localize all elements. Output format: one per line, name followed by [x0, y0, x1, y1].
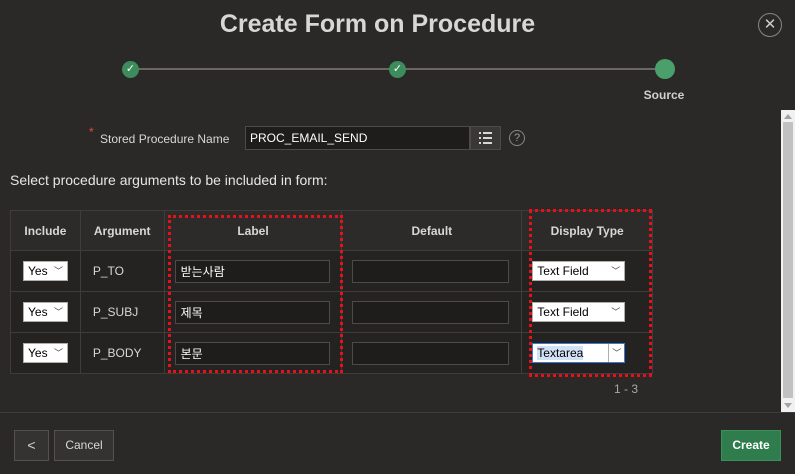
stored-procedure-name-input[interactable] — [245, 126, 470, 150]
chevron-left-icon: < — [27, 437, 36, 453]
label-input[interactable] — [174, 300, 330, 324]
section-instruction: Select procedure arguments to be include… — [10, 172, 328, 188]
wizard-step-2: ✓ — [389, 61, 406, 78]
table-row: Yes﹀ P_TO Text Field﹀ — [10, 250, 653, 292]
chevron-down-icon: ﹀ — [53, 348, 63, 358]
stored-procedure-name-label: Stored Procedure Name — [100, 132, 230, 146]
help-icon[interactable]: ? — [509, 130, 525, 146]
chevron-down-icon: ﹀ — [611, 266, 621, 276]
dialog-title: Create Form on Procedure — [219, 10, 536, 38]
column-header-include: Include — [10, 210, 81, 251]
include-select[interactable]: Yes ﹀ — [23, 302, 68, 322]
check-icon: ✓ — [392, 63, 403, 75]
display-type-select[interactable]: Text Field ﹀ — [532, 302, 626, 322]
argument-name: P_TO — [79, 250, 165, 292]
vertical-scrollbar[interactable] — [781, 110, 795, 412]
scrollbar-thumb[interactable] — [783, 122, 793, 398]
display-type-select[interactable]: Text Field ﹀ — [532, 261, 626, 281]
cancel-button[interactable]: Cancel — [54, 430, 114, 461]
default-input[interactable] — [352, 259, 510, 283]
required-marker: * — [89, 125, 94, 139]
default-input[interactable] — [352, 300, 510, 324]
column-header-argument: Argument — [79, 210, 165, 251]
label-input[interactable] — [174, 259, 330, 283]
chevron-down-icon: ﹀ — [53, 307, 63, 317]
list-icon — [479, 132, 492, 144]
argument-name: P_SUBJ — [79, 291, 165, 333]
close-icon: ✕ — [763, 16, 777, 33]
include-select[interactable]: Yes ﹀ — [23, 261, 68, 281]
table-row: Yes﹀ P_BODY Textarea﹀ — [10, 332, 653, 374]
wizard-step-1: ✓ — [122, 61, 139, 78]
default-input[interactable] — [352, 341, 510, 365]
column-header-display-type: Display Type — [521, 210, 653, 251]
close-button[interactable]: ✕ — [758, 13, 782, 37]
pagination-info: 1 - 3 — [614, 382, 639, 396]
check-icon: ✓ — [125, 63, 136, 75]
column-header-default: Default — [341, 210, 523, 251]
chevron-down-icon: ﹀ — [611, 307, 621, 317]
scroll-up-arrow-icon[interactable] — [784, 114, 792, 119]
wizard-step-3-current — [655, 59, 675, 79]
dialog-footer — [0, 412, 795, 474]
include-select[interactable]: Yes ﹀ — [23, 343, 68, 363]
label-input[interactable] — [174, 341, 330, 365]
display-type-select[interactable]: Textarea ﹀ — [532, 343, 626, 363]
table-row: Yes﹀ P_SUBJ Text Field﹀ — [10, 291, 653, 333]
create-button[interactable]: Create — [721, 430, 781, 461]
column-header-label: Label — [163, 210, 343, 251]
wizard-step-label-source: Source — [643, 88, 685, 102]
list-of-values-button[interactable] — [470, 126, 501, 150]
chevron-down-icon: ﹀ — [53, 266, 63, 276]
scroll-down-arrow-icon[interactable] — [784, 403, 792, 408]
back-button[interactable]: < — [14, 430, 49, 461]
procedure-arguments-table: Include Argument Label Default Display T… — [10, 210, 653, 374]
table-header-row: Include Argument Label Default Display T… — [10, 210, 653, 251]
argument-name: P_BODY — [79, 332, 165, 374]
chevron-down-icon: ﹀ — [608, 344, 624, 362]
